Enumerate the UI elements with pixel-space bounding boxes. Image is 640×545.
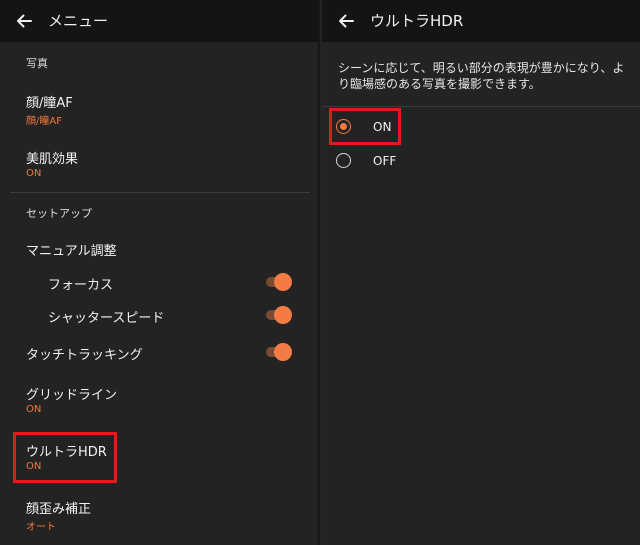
section-header-photo: 写真: [26, 57, 48, 70]
ultra-hdr-panel: ウルトラHDR シーンに応じて、明るい部分の表現が豊かになり、より臨場感のある写…: [322, 0, 640, 545]
highlight-frame-on: [329, 108, 401, 145]
menu-item-value: 顔/瞳AF: [26, 116, 62, 127]
back-arrow-icon[interactable]: [14, 11, 34, 31]
ultra-hdr-description: シーンに応じて、明るい部分の表現が豊かになり、より臨場感のある写真を撮影できます…: [338, 61, 625, 91]
menu-item-value: オート: [26, 522, 56, 533]
menu-item-title: グリッドライン: [26, 388, 118, 403]
toggle-thumb: [274, 273, 292, 291]
menu-title: メニュー: [48, 12, 109, 30]
menu-item-title: フォーカス: [48, 278, 114, 293]
section-header-setup: セットアップ: [26, 207, 92, 220]
menu-item-value: ON: [26, 404, 42, 415]
option-off[interactable]: OFF: [336, 150, 626, 172]
shutter-speed-toggle[interactable]: [266, 306, 292, 324]
option-off-label: OFF: [373, 154, 397, 168]
menu-item-title: タッチトラッキング: [26, 348, 143, 363]
ultra-hdr-title: ウルトラHDR: [370, 12, 464, 30]
toggle-thumb: [274, 343, 292, 361]
menu-item-title: 顔歪み補正: [26, 502, 92, 517]
menu-item-title: シャッタースピード: [48, 311, 165, 326]
menu-app-bar: メニュー: [0, 0, 318, 42]
description-divider: [322, 106, 640, 107]
menu-item-manual: マニュアル調整: [26, 244, 117, 259]
focus-toggle[interactable]: [266, 273, 292, 291]
ultra-hdr-app-bar: ウルトラHDR: [322, 0, 640, 42]
section-divider: [10, 192, 310, 193]
radio-off[interactable]: [336, 153, 351, 168]
menu-item-title: 顔/瞳AF: [26, 96, 73, 111]
toggle-thumb: [274, 306, 292, 324]
highlight-frame-ultra-hdr: [13, 432, 117, 483]
back-arrow-icon[interactable]: [336, 11, 356, 31]
menu-panel: メニュー 写真 顔/瞳AF 顔/瞳AF 美肌効果 ON セットアップ マニュアル…: [0, 0, 318, 545]
menu-item-title: 美肌効果: [26, 152, 79, 167]
touch-tracking-toggle[interactable]: [266, 343, 292, 361]
menu-item-value: ON: [26, 168, 42, 179]
